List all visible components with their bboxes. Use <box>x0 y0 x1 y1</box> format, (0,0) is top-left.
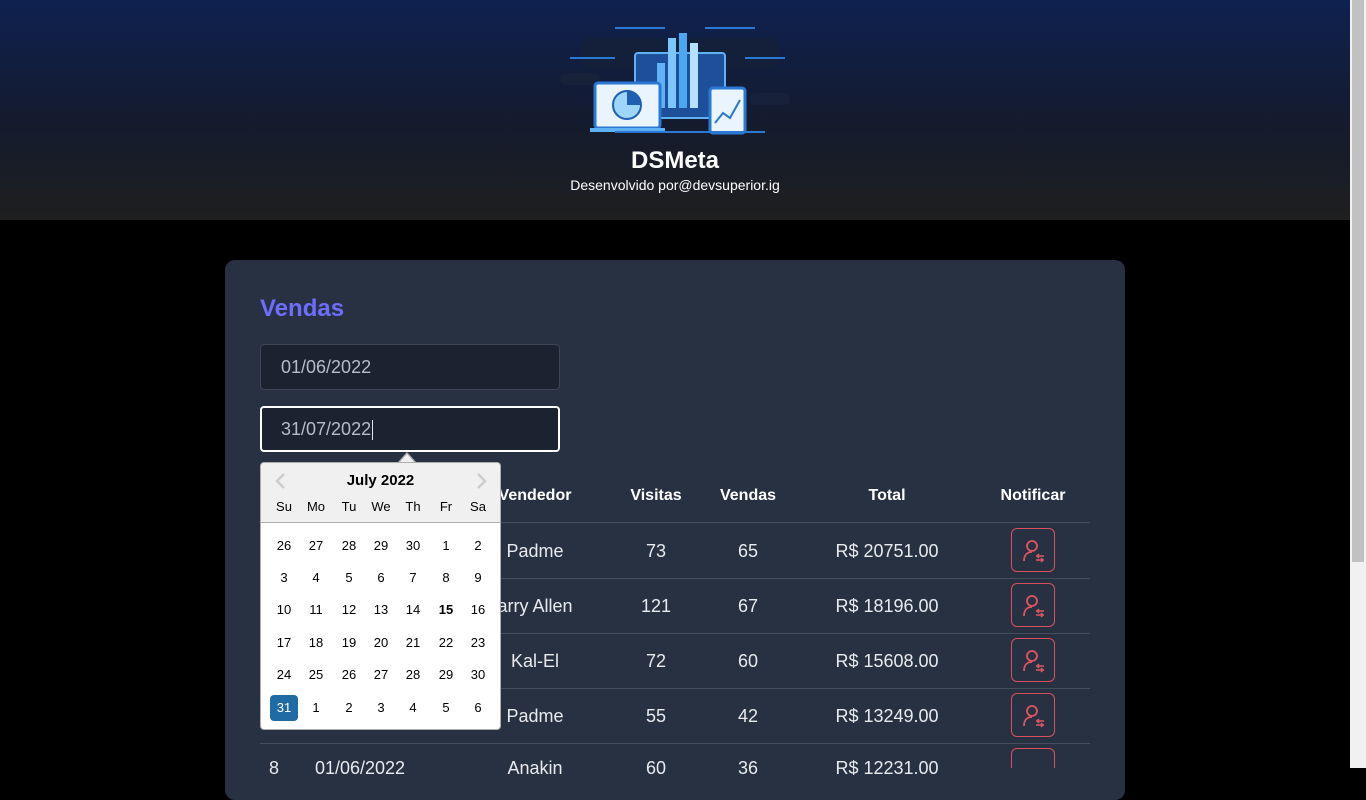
calendar-day[interactable]: 28 <box>335 533 363 559</box>
user-notify-icon <box>1023 650 1045 673</box>
calendar-day[interactable]: 24 <box>270 662 298 688</box>
calendar-day[interactable]: 7 <box>399 565 427 591</box>
app-title: DSMeta <box>630 147 720 174</box>
cell-vendedor: Anakin <box>507 758 563 778</box>
calendar-day[interactable]: 5 <box>432 695 460 721</box>
calendar-day[interactable]: 10 <box>270 597 298 623</box>
calendar-day[interactable]: 29 <box>432 662 460 688</box>
cell-total: R$ 13249.00 <box>835 706 939 726</box>
min-date-input[interactable]: 01/06/2022 <box>260 344 560 390</box>
calendar-day[interactable]: 15 <box>432 597 460 623</box>
cell-vendas: 67 <box>737 596 759 616</box>
calendar-day[interactable]: 28 <box>399 662 427 688</box>
notify-button[interactable] <box>1011 748 1055 768</box>
cell-vendas: 36 <box>737 758 759 778</box>
calendar-day[interactable]: 2 <box>335 695 363 721</box>
cell-date: 01/06/2022 <box>314 758 406 778</box>
calendar-day[interactable]: 5 <box>335 565 363 591</box>
calendar-day[interactable]: 9 <box>464 565 492 591</box>
calendar-day[interactable]: 3 <box>367 695 395 721</box>
weekday-label: We <box>371 499 391 514</box>
calendar-day[interactable]: 27 <box>367 662 395 688</box>
cell-visitas: 72 <box>645 651 667 671</box>
user-notify-icon <box>1023 705 1045 728</box>
calendar-day[interactable]: 6 <box>464 695 492 721</box>
calendar-day[interactable]: 20 <box>367 630 395 656</box>
cell-vendas: 65 <box>737 541 759 561</box>
page-header: DSMeta Desenvolvido por@devsuperior.ig <box>0 0 1350 220</box>
min-date-value: 01/06/2022 <box>281 357 372 377</box>
calendar-day[interactable]: 30 <box>399 533 427 559</box>
weekday-label: Fr <box>439 499 453 514</box>
cell-total: R$ 15608.00 <box>835 651 939 671</box>
cell-visitas: 60 <box>645 758 667 778</box>
calendar-day[interactable]: 12 <box>335 597 363 623</box>
calendar-day[interactable]: 26 <box>335 662 363 688</box>
calendar-day[interactable]: 4 <box>399 695 427 721</box>
cell-vendas: 60 <box>737 651 759 671</box>
calendar-day[interactable]: 18 <box>302 630 330 656</box>
calendar-day[interactable]: 14 <box>399 597 427 623</box>
app-subtitle: Desenvolvido por@devsuperior.ig <box>570 177 780 193</box>
notify-button[interactable] <box>1011 693 1055 737</box>
weekday-label: Th <box>405 499 421 514</box>
calendar-day[interactable]: 31 <box>270 695 298 721</box>
column-header-notificar: Notificar <box>1000 487 1066 504</box>
calendar-day[interactable]: 17 <box>270 630 298 656</box>
notify-button[interactable] <box>1011 528 1055 572</box>
row-divider <box>260 743 1090 744</box>
cell-total: R$ 12231.00 <box>835 758 939 778</box>
max-date-input[interactable]: 31/07/2022 <box>260 406 560 452</box>
calendar-day[interactable]: 8 <box>432 565 460 591</box>
calendar-day[interactable]: 22 <box>432 630 460 656</box>
calendar-day[interactable]: 16 <box>464 597 492 623</box>
calendar-day[interactable]: 26 <box>270 533 298 559</box>
calendar-day[interactable]: 30 <box>464 662 492 688</box>
cell-id: 8 <box>268 758 279 778</box>
scrollbar-thumb[interactable] <box>1352 0 1364 562</box>
datepicker-month-label: July 2022 <box>346 472 415 489</box>
weekday-label: Su <box>276 499 292 514</box>
calendar-day[interactable]: 25 <box>302 662 330 688</box>
calendar-day[interactable]: 11 <box>302 597 330 623</box>
calendar-day[interactable]: 4 <box>302 565 330 591</box>
column-header-total: Total <box>868 487 906 504</box>
calendar-day[interactable]: 3 <box>270 565 298 591</box>
calendar-day[interactable]: 6 <box>367 565 395 591</box>
calendar-day[interactable]: 2 <box>464 533 492 559</box>
calendar-day[interactable]: 21 <box>399 630 427 656</box>
cell-vendas: 42 <box>737 706 759 726</box>
user-notify-icon <box>1023 595 1045 618</box>
cell-total: R$ 20751.00 <box>835 541 939 561</box>
column-header-vendas: Vendas <box>719 487 777 504</box>
weekday-label: Mo <box>306 499 326 514</box>
weekday-label: Tu <box>341 499 357 514</box>
text-caret <box>372 420 374 441</box>
next-month-icon[interactable] <box>475 472 489 490</box>
calendar-day[interactable]: 19 <box>335 630 363 656</box>
calendar-day[interactable]: 29 <box>367 533 395 559</box>
notify-button[interactable] <box>1011 638 1055 682</box>
max-date-value: 31/07/2022 <box>281 419 372 439</box>
calendar-day[interactable]: 1 <box>302 695 330 721</box>
cell-visitas: 121 <box>640 596 672 616</box>
cell-total: R$ 18196.00 <box>835 596 939 616</box>
datepicker-popup: July 2022 Su Mo Tu We Th Fr Sa 26 27 28 29 3… <box>260 462 501 730</box>
cell-visitas: 73 <box>645 541 667 561</box>
datepicker-header: July 2022 Su Mo Tu We Th Fr Sa <box>261 463 500 523</box>
column-header-visitas: Visitas <box>630 487 682 504</box>
notify-button[interactable] <box>1011 583 1055 627</box>
calendar-day[interactable]: 13 <box>367 597 395 623</box>
calendar-day[interactable]: 27 <box>302 533 330 559</box>
sales-dashboard-illustration <box>560 27 790 135</box>
calendar-day[interactable]: 1 <box>432 533 460 559</box>
calendar-day[interactable]: 23 <box>464 630 492 656</box>
card-title: Vendas <box>260 295 345 322</box>
cell-visitas: 55 <box>645 706 667 726</box>
weekday-label: Sa <box>470 499 486 514</box>
user-notify-icon <box>1023 540 1045 563</box>
